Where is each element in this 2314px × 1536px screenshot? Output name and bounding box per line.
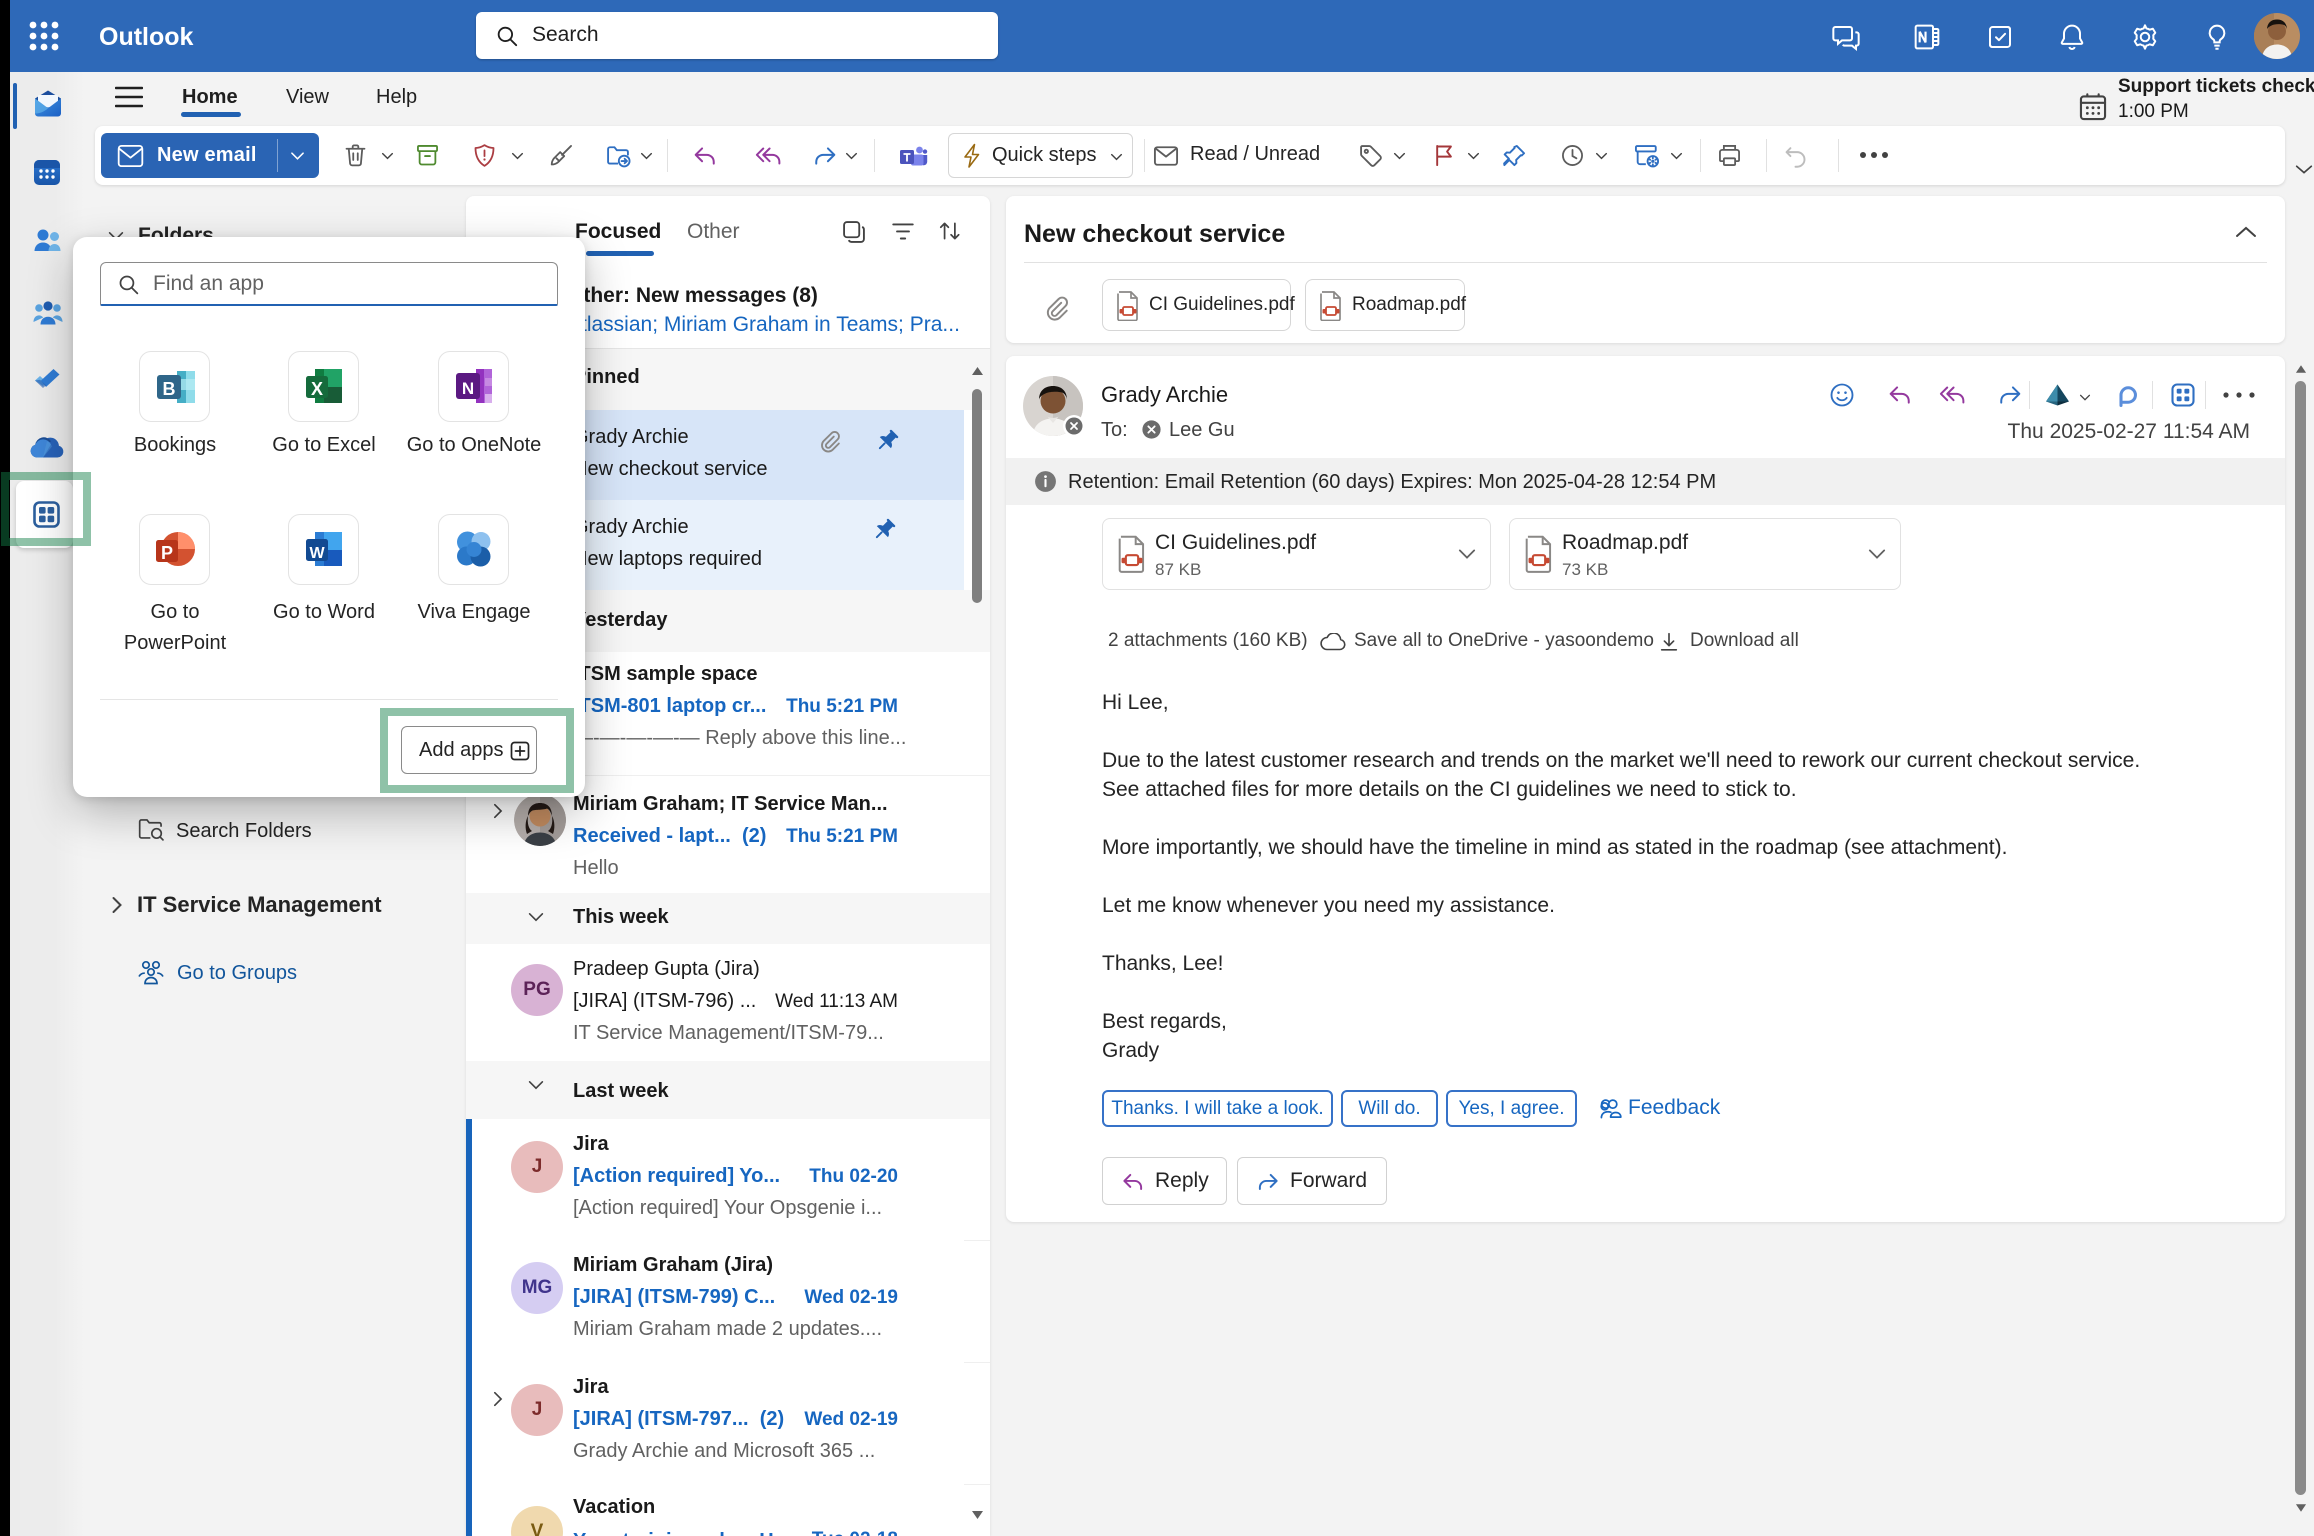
svg-text:P: P (160, 543, 172, 563)
svg-text:B: B (162, 379, 175, 399)
svg-text:W: W (309, 545, 325, 562)
svg-text:N: N (461, 379, 473, 398)
svg-text:X: X (310, 379, 322, 399)
